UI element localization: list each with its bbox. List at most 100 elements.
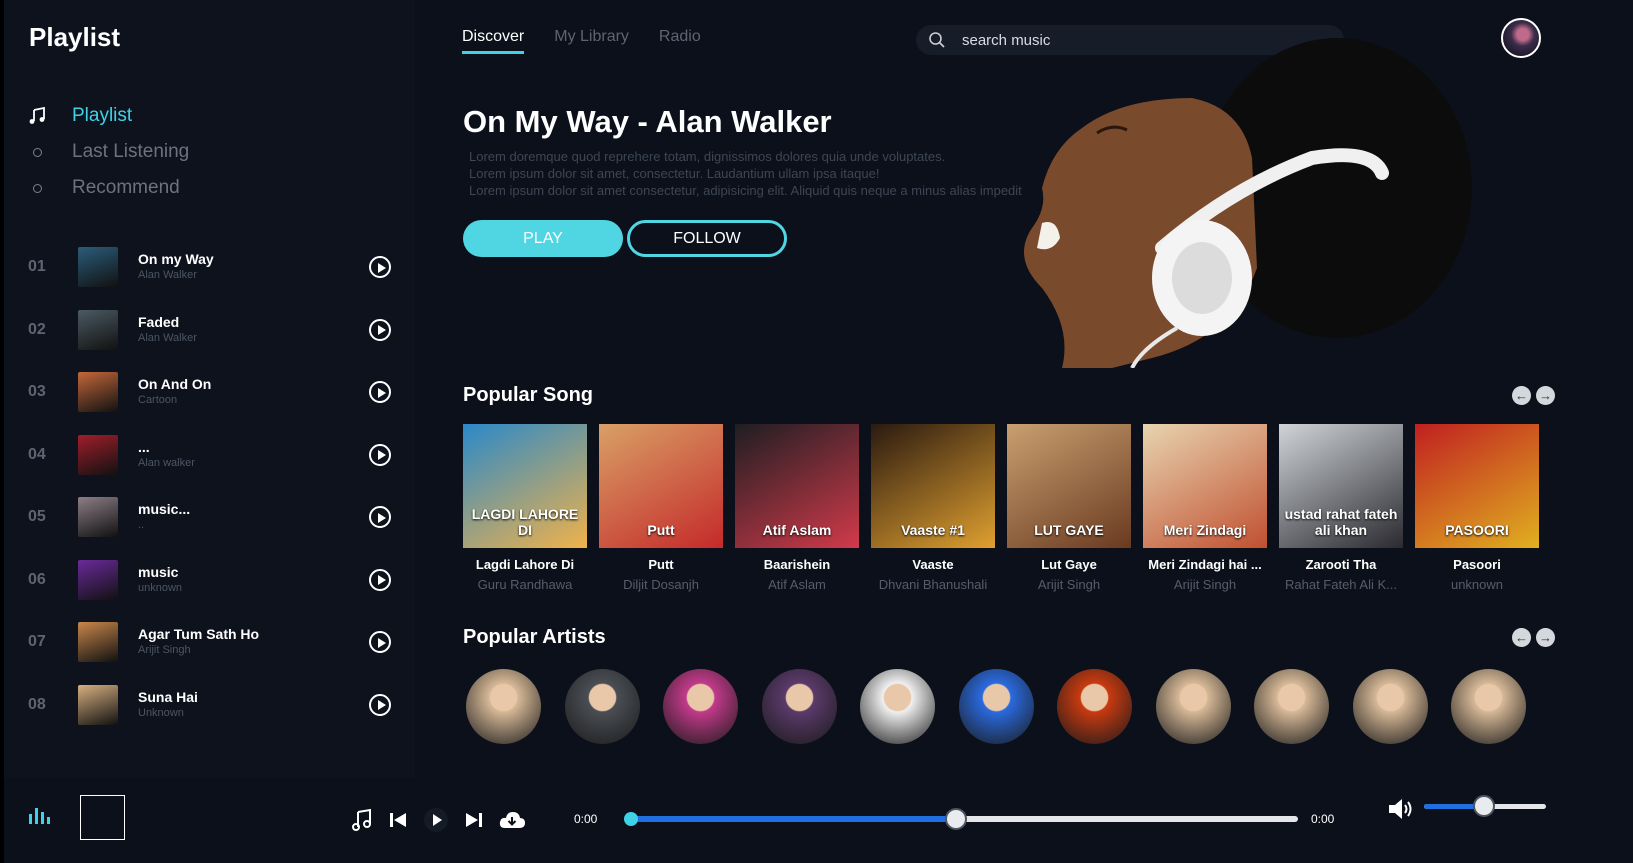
playlist-row[interactable]: 03 On And On Cartoon	[4, 370, 412, 414]
play-icon[interactable]	[424, 808, 448, 832]
track-title: Suna Hai	[138, 688, 198, 705]
download-icon[interactable]	[498, 808, 526, 832]
play-circle-icon[interactable]	[369, 318, 391, 341]
song-card[interactable]: LUT GAYE Lut Gaye Arijit Singh	[1007, 424, 1131, 592]
cover-text: PASOORI	[1445, 522, 1509, 538]
current-time: 0:00	[574, 812, 598, 826]
playlist-row[interactable]: 07 Agar Tum Sath Ho Arijit Singh	[4, 620, 412, 664]
track-thumbnail	[78, 684, 118, 725]
song-cover[interactable]: Atif Aslam	[735, 424, 859, 548]
songs-prev-button[interactable]: ←	[1512, 386, 1531, 405]
song-title: Lagdi Lahore Di	[475, 557, 575, 572]
song-card[interactable]: Meri Zindagi Meri Zindagi hai ... Arijit S…	[1143, 424, 1267, 592]
song-artist: Atif Aslam	[768, 577, 826, 592]
playlist-row[interactable]: 04... Alan walker	[4, 433, 412, 477]
track-title: On my Way	[138, 251, 214, 267]
track-artist: unknown	[138, 581, 183, 594]
sidebar-item-playlist[interactable]: Playlist	[28, 98, 189, 134]
artist-avatar[interactable]	[761, 669, 837, 744]
song-card[interactable]: Putt Putt Diljit Dosanjh	[599, 424, 723, 592]
play-circle-icon[interactable]	[369, 256, 391, 278]
artist-avatar[interactable]	[1451, 669, 1526, 744]
popular-song-title: Popular Song	[463, 384, 593, 406]
song-cover[interactable]: Vaaste #1	[871, 424, 995, 548]
track-artist: Alan Walker	[138, 269, 197, 281]
seek-handle[interactable]	[945, 808, 968, 830]
playlist-row[interactable]: 06 music unknown	[4, 558, 412, 602]
follow-button[interactable]: FOLLOW	[627, 220, 787, 257]
playlist-row[interactable]: 05 music.....	[4, 495, 412, 539]
seek-bar[interactable]	[624, 808, 1298, 830]
play-circle-icon[interactable]	[369, 568, 391, 591]
play-circle-icon[interactable]	[369, 381, 391, 403]
song-artist: Arijit Singh	[1173, 577, 1237, 592]
sidebar-item-last-listening[interactable]: Last Listening	[28, 134, 189, 170]
artist-avatar[interactable]	[564, 669, 640, 744]
seek-progress	[628, 816, 957, 822]
song-title: Putt	[648, 557, 674, 572]
track-title: Agar Tum Sath Ho	[138, 626, 260, 642]
artist-avatar[interactable]	[1057, 669, 1132, 744]
song-cover[interactable]: LUT GAYE	[1007, 424, 1131, 548]
song-cover[interactable]: PASOORI	[1415, 424, 1539, 548]
song-artist: Guru Randhawa	[477, 577, 573, 592]
artist-avatar[interactable]	[1155, 669, 1231, 744]
song-cover[interactable]: Meri Zindagi	[1143, 424, 1267, 548]
artist-avatar[interactable]	[663, 669, 738, 744]
cover-text: LAGDI LAHORE DI	[471, 506, 579, 538]
previous-track-icon[interactable]	[386, 808, 410, 832]
playlist-row[interactable]: 02 Faded Alan Walker	[4, 308, 412, 352]
dot-icon	[28, 143, 46, 161]
song-cover[interactable]: ustad rahat fateh ali khan	[1279, 424, 1403, 548]
sidebar-item-label: Recommend	[72, 177, 180, 198]
artist-avatar[interactable]	[466, 669, 541, 744]
artists-prev-button[interactable]: ←	[1512, 628, 1531, 647]
sidebar-item-label: Playlist	[72, 105, 133, 126]
equalizer-icon[interactable]	[28, 806, 50, 824]
artist-avatar[interactable]	[1254, 669, 1329, 744]
song-cover[interactable]: LAGDI LAHORE DI	[463, 424, 587, 548]
player-bar: 0:00 0:00	[4, 778, 1633, 863]
playlist-row[interactable]: 08 Suna Hai Unknown	[4, 683, 412, 727]
track-thumbnail	[78, 247, 118, 287]
track-number: 08	[28, 695, 46, 713]
artist-avatar[interactable]	[860, 669, 935, 744]
volume-icon[interactable]	[1386, 796, 1416, 822]
sidebar: Playlist Playlist Last Listening Recommend…	[4, 0, 412, 778]
next-track-icon[interactable]	[462, 808, 486, 832]
artist-avatar[interactable]	[1352, 669, 1428, 744]
song-title: Meri Zindagi hai ...	[1148, 557, 1262, 572]
sidebar-item-recommend[interactable]: Recommend	[28, 170, 189, 206]
artists-next-button[interactable]: →	[1536, 628, 1555, 647]
play-circle-icon[interactable]	[369, 506, 391, 528]
tab-radio[interactable]: Radio	[659, 28, 701, 54]
now-playing-artwork	[80, 795, 125, 840]
play-circle-icon[interactable]	[369, 693, 391, 716]
song-card[interactable]: Vaaste #1 Vaaste Dhvani Bhanushali	[871, 424, 995, 592]
play-button[interactable]: PLAY	[463, 220, 623, 257]
track-artist: Cartoon	[138, 394, 178, 406]
hero-desc-line: Lorem ipsum dolor sit amet, consectetur.…	[469, 166, 880, 181]
cover-text: Atif Aslam	[762, 522, 832, 538]
song-card[interactable]: PASOORI Pasoori unknown	[1415, 424, 1539, 592]
tab-discover[interactable]: Discover	[462, 28, 525, 54]
track-number: 05	[28, 508, 46, 525]
playlist-row[interactable]: 01 On my Way Alan Walker	[4, 245, 412, 289]
tab-my-library[interactable]: My Library	[554, 28, 629, 54]
music-app: Playlist Playlist Last Listening Recommend…	[4, 0, 1633, 863]
song-artist: Dhvani Bhanushali	[878, 577, 988, 592]
song-card[interactable]: ustad rahat fateh ali khan Zarooti Tha Rah…	[1279, 424, 1403, 592]
play-circle-icon[interactable]	[369, 631, 391, 653]
song-card[interactable]: Atif Aslam Baarishein Atif Aslam	[735, 424, 859, 592]
volume-slider[interactable]	[1424, 795, 1546, 817]
play-circle-icon[interactable]	[369, 443, 391, 466]
artist-avatar[interactable]	[958, 669, 1034, 744]
hero-title: On My Way - Alan Walker	[463, 104, 832, 139]
song-card[interactable]: LAGDI LAHORE DI Lagdi Lahore Di Guru Randh…	[463, 424, 587, 592]
songs-next-button[interactable]: →	[1536, 386, 1555, 405]
user-avatar[interactable]	[1501, 18, 1541, 58]
music-note-icon[interactable]	[350, 808, 374, 832]
song-cover[interactable]: Putt	[599, 424, 723, 548]
volume-handle[interactable]	[1472, 795, 1495, 817]
hero-description: Lorem doremque quod reprehere totam, dig…	[469, 148, 1059, 199]
